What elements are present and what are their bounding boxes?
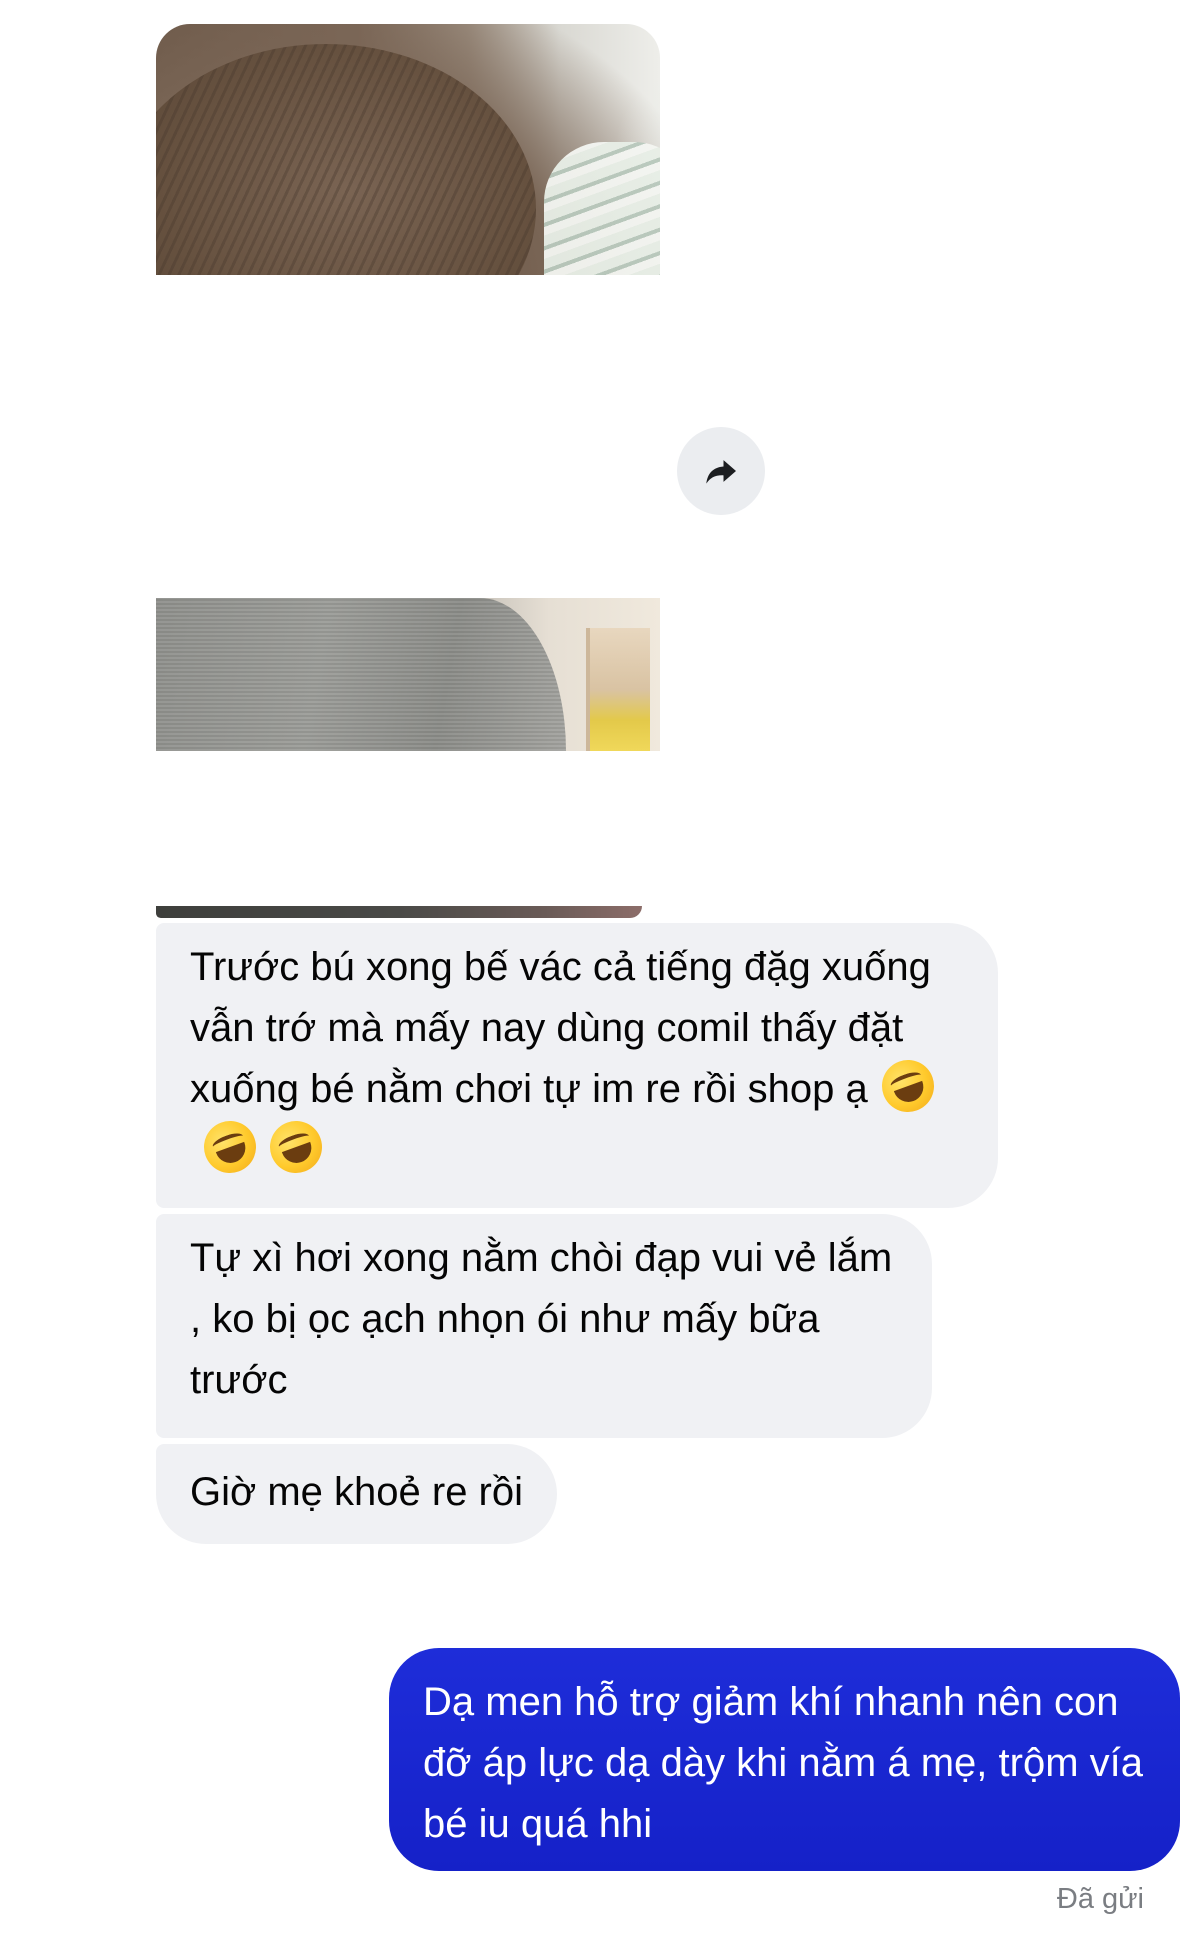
rolling-on-floor-laughing-emoji-icon: [874, 1052, 942, 1120]
background-shelf-image-region: [586, 628, 650, 751]
baby-head-image-region: [156, 44, 536, 275]
message-text: Dạ men hỗ trợ giảm khí nhanh nên con đỡ …: [423, 1680, 1143, 1846]
photo-edge: [156, 906, 642, 918]
incoming-message-bubble[interactable]: Trước bú xong bế vác cả tiếng đặg xuống …: [156, 923, 998, 1208]
incoming-message-bubble[interactable]: Giờ mẹ khoẻ re rồi: [156, 1444, 558, 1544]
photo-message-2[interactable]: [156, 598, 660, 751]
forward-button[interactable]: [677, 427, 765, 515]
rolling-on-floor-laughing-emoji-icon: [196, 1113, 264, 1181]
towel-image-region: [544, 142, 660, 275]
incoming-message-bubble[interactable]: Tự xì hơi xong nằm chòi đạp vui vẻ lắm ,…: [156, 1214, 932, 1438]
share-arrow-icon: [706, 460, 736, 484]
rolling-on-floor-laughing-emoji-icon: [262, 1113, 330, 1181]
grey-clothing-image-region: [156, 598, 566, 751]
message-text: Trước bú xong bế vác cả tiếng đặg xuống …: [190, 945, 931, 1111]
outgoing-message-bubble[interactable]: Dạ men hỗ trợ giảm khí nhanh nên con đỡ …: [389, 1648, 1180, 1871]
message-text: Giờ mẹ khoẻ re rồi: [190, 1470, 524, 1514]
message-status: Đã gửi: [1056, 1883, 1144, 1915]
message-text: Tự xì hơi xong nằm chòi đạp vui vẻ lắm ,…: [190, 1236, 893, 1402]
photo-message-1[interactable]: [156, 24, 660, 275]
